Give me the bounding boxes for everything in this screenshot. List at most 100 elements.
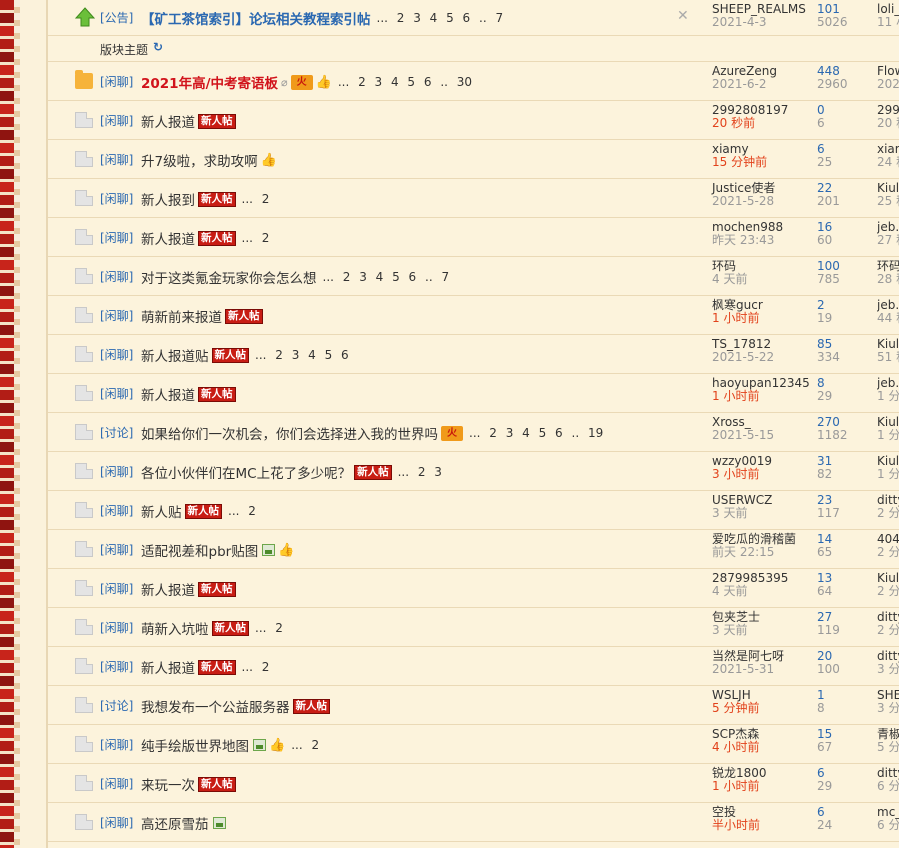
thread-pages[interactable]: ... 2 3 4 5 6 (255, 348, 349, 362)
thread-category[interactable]: [闲聊] (100, 268, 133, 285)
announcement-row[interactable]: [公告] 【矿工茶馆索引】论坛相关教程索引帖 ... 2 3 4 5 6 .. … (48, 0, 899, 36)
announcement-category[interactable]: [公告] (100, 9, 133, 26)
thread-subject: 2021年高/中考寄语板 ⌀ 火 👍 ... 2 3 4 5 6 .. 30 (141, 72, 472, 92)
thread-pages[interactable]: ... 2 (242, 660, 270, 674)
thread-row[interactable]: [闲聊] 升7级啦，求助攻啊👍 xiamy15 分钟前 625 xiam24 秒 (48, 140, 899, 179)
thread-row[interactable]: [讨论] 我想发布一个公益服务器 新人帖 WSLJH 5 分钟前 1 8 SHE 3 分 (48, 686, 899, 725)
view-count: 8 (817, 701, 825, 715)
thread-author: SCP杰森 4 小时前 (712, 728, 759, 754)
thread-row[interactable]: [闲聊] 来玩一次新人帖 锐龙18001 小时前 629 ditty6 分 (48, 764, 899, 803)
thread-title[interactable]: 新人报到 (141, 189, 195, 209)
announcement-title[interactable]: 【矿工茶馆索引】论坛相关教程索引帖 (141, 8, 371, 28)
thread-title[interactable]: 纯手绘版世界地图 (141, 735, 249, 755)
thread-category[interactable]: [闲聊] (100, 190, 133, 207)
post-date: 20 秒前 (712, 116, 756, 130)
thread-last-post: Kiule1 分 (877, 416, 899, 442)
last-post-time: 20 秒 (877, 116, 899, 130)
last-post-time: 3 分 (877, 662, 899, 676)
thread-category[interactable]: [讨论] (100, 697, 133, 714)
thread-row[interactable]: [闲聊] 萌新前来报道新人帖 枫寒gucr1 小时前 219 jeb.a44 秒 (48, 296, 899, 335)
thread-pages[interactable]: ... 2 (242, 192, 270, 206)
view-count: 29 (817, 389, 833, 403)
view-count: 334 (817, 350, 840, 364)
thread-title[interactable]: 来玩一次 (141, 774, 195, 794)
thread-title[interactable]: 新人报道 (141, 111, 195, 131)
last-post-time: 1 分 (877, 467, 899, 481)
thread-title[interactable]: 新人报道 (141, 579, 195, 599)
thread-category[interactable]: [闲聊] (100, 775, 133, 792)
thread-pages[interactable]: ... 2 3 4 5 6 .. 7 (323, 270, 450, 284)
post-date: 5 分钟前 (712, 701, 760, 715)
thread-title[interactable]: 2021年高/中考寄语板 (141, 72, 278, 92)
last-post-time: 2 分 (877, 584, 899, 598)
thread-row[interactable]: [闲聊] 新人贴新人帖 ... 2 USERWCZ3 天前 23117 ditty2 分 (48, 491, 899, 530)
thread-last-post: jeb.a1 分 (877, 377, 899, 403)
thread-title[interactable]: 我想发布一个公益服务器 (141, 696, 290, 716)
thread-counts: 23 117 (817, 494, 840, 520)
post-date: 4 小时前 (712, 740, 760, 754)
thread-category[interactable]: [闲聊] (100, 463, 133, 480)
thread-title[interactable]: 对于这类氪金玩家你会怎么想 (141, 267, 317, 287)
thread-last-post: xiam24 秒 (877, 143, 899, 169)
thread-row[interactable]: [闲聊] 新人报道新人帖 299280819720 秒前 06 299220 秒 (48, 101, 899, 140)
announcement-pages[interactable]: ... 2 3 4 5 6 .. 7 (377, 11, 504, 25)
thread-row[interactable]: [闲聊] 新人报到 新人帖 ... 2 Justice使者 2021-5-28 22 201 K… (48, 179, 899, 218)
thread-title[interactable]: 新人报道贴 (141, 345, 209, 365)
thread-subject: 新人贴 新人帖 ... 2 (141, 501, 256, 521)
thread-row[interactable]: [闲聊] 适配视差和pbr贴图 👍 爱吃瓜的滑稽菌前天 22:15 1465 404N2 … (48, 530, 899, 569)
thread-pages[interactable]: ... 2 (291, 738, 319, 752)
thread-title[interactable]: 升7级啦，求助攻啊 (141, 150, 258, 170)
thread-title[interactable]: 各位小伙伴们在MC上花了多少呢？ (141, 462, 351, 482)
thread-title[interactable]: 新人贴 (141, 501, 182, 521)
thread-title[interactable]: 高还原雪茄 (141, 813, 209, 833)
thread-title[interactable]: 新人报道 (141, 384, 195, 404)
refresh-icon[interactable]: ↻ (153, 40, 163, 54)
thread-pages[interactable]: ... 2 3 4 5 6 .. 19 (469, 426, 603, 440)
thread-category[interactable]: [闲聊] (100, 73, 133, 90)
thread-category[interactable]: [闲聊] (100, 580, 133, 597)
close-icon[interactable]: ✕ (677, 8, 689, 24)
thread-pages[interactable]: ... 2 (228, 504, 256, 518)
thread-category[interactable]: [闲聊] (100, 112, 133, 129)
last-post-time: 2 分 (877, 506, 899, 520)
thread-category[interactable]: [讨论] (100, 424, 133, 441)
thread-author: 枫寒gucr 1 小时前 (712, 299, 763, 325)
thread-category[interactable]: [闲聊] (100, 658, 133, 675)
thread-row[interactable]: [闲聊] 新人报道新人帖 28799853954 天前 1364 Kiule2 分 (48, 569, 899, 608)
thread-category[interactable]: [闲聊] (100, 502, 133, 519)
thread-title[interactable]: 新人报道 (141, 228, 195, 248)
thread-category[interactable]: [闲聊] (100, 346, 133, 363)
thread-row[interactable]: [闲聊] 对于这类氪金玩家你会怎么想 ... 2 3 4 5 6 .. 7 环码 4 天… (48, 257, 899, 296)
thread-row[interactable]: [闲聊] 新人报道 新人帖 ... 2 当然是阿七呀 2021-5-31 20 100 ditt… (48, 647, 899, 686)
thread-row[interactable]: [讨论] 如果给你们一次机会，你们会选择进入我的世界吗火 ... 2 3 4 5 6… (48, 413, 899, 452)
thread-row[interactable]: [闲聊] 新人报道贴 新人帖 ... 2 3 4 5 6 TS_17812 2021-5-… (48, 335, 899, 374)
thread-category[interactable]: [闲聊] (100, 541, 133, 558)
thread-pages[interactable]: ... 2 3 (398, 465, 442, 479)
thread-pages[interactable]: ... 2 (255, 621, 283, 635)
thread-counts: 14 65 (817, 533, 832, 559)
thread-title[interactable]: 萌新入坑啦 (141, 618, 209, 638)
thread-category[interactable]: [闲聊] (100, 229, 133, 246)
thread-title[interactable]: 萌新前来报道 (141, 306, 222, 326)
thread-row[interactable]: [闲聊] 新人报道 新人帖 ... 2 mochen988 昨天 23:43 16 60 jeb… (48, 218, 899, 257)
thread-row[interactable]: [闲聊] 新人报道新人帖 haoyupan123451 小时前 829 jeb.a1 分 (48, 374, 899, 413)
thumbs-up-icon: 👍 (315, 74, 332, 90)
thread-pages[interactable]: ... 2 (242, 231, 270, 245)
thread-row[interactable]: [闲聊] 萌新入坑啦新人帖 ... 2 包夹芝士3 天前 27119 ditty2 分 (48, 608, 899, 647)
thread-row[interactable]: [闲聊] 2021年高/中考寄语板 ⌀ 火 👍 ... 2 3 4 5 6 .. 30 Az… (48, 62, 899, 101)
thread-title[interactable]: 如果给你们一次机会，你们会选择进入我的世界吗 (141, 423, 438, 443)
thread-category[interactable]: [闲聊] (100, 814, 133, 831)
thread-row[interactable]: [闲聊] 各位小伙伴们在MC上花了多少呢？ 新人帖 ... 2 3 wzzy0019 3 … (48, 452, 899, 491)
thread-pages[interactable]: ... 2 3 4 5 6 .. 30 (338, 75, 472, 89)
thread-category[interactable]: [闲聊] (100, 619, 133, 636)
last-post-time: 27 秒 (877, 233, 899, 247)
thread-author: mochen988 昨天 23:43 (712, 221, 783, 247)
thread-category[interactable]: [闲聊] (100, 307, 133, 324)
thread-title[interactable]: 新人报道 (141, 657, 195, 677)
thread-category[interactable]: [闲聊] (100, 151, 133, 168)
thread-row[interactable]: [闲聊] 纯手绘版世界地图 👍 ... 2 SCP杰森 4 小时前 15 67 青椒 5 分 (48, 725, 899, 764)
thread-title[interactable]: 适配视差和pbr贴图 (141, 540, 258, 560)
thread-category[interactable]: [闲聊] (100, 385, 133, 402)
thread-row[interactable]: [闲聊] 高还原雪茄 空投 半小时前 6 24 mc_ 6 分 (48, 803, 899, 842)
thread-category[interactable]: [闲聊] (100, 736, 133, 753)
